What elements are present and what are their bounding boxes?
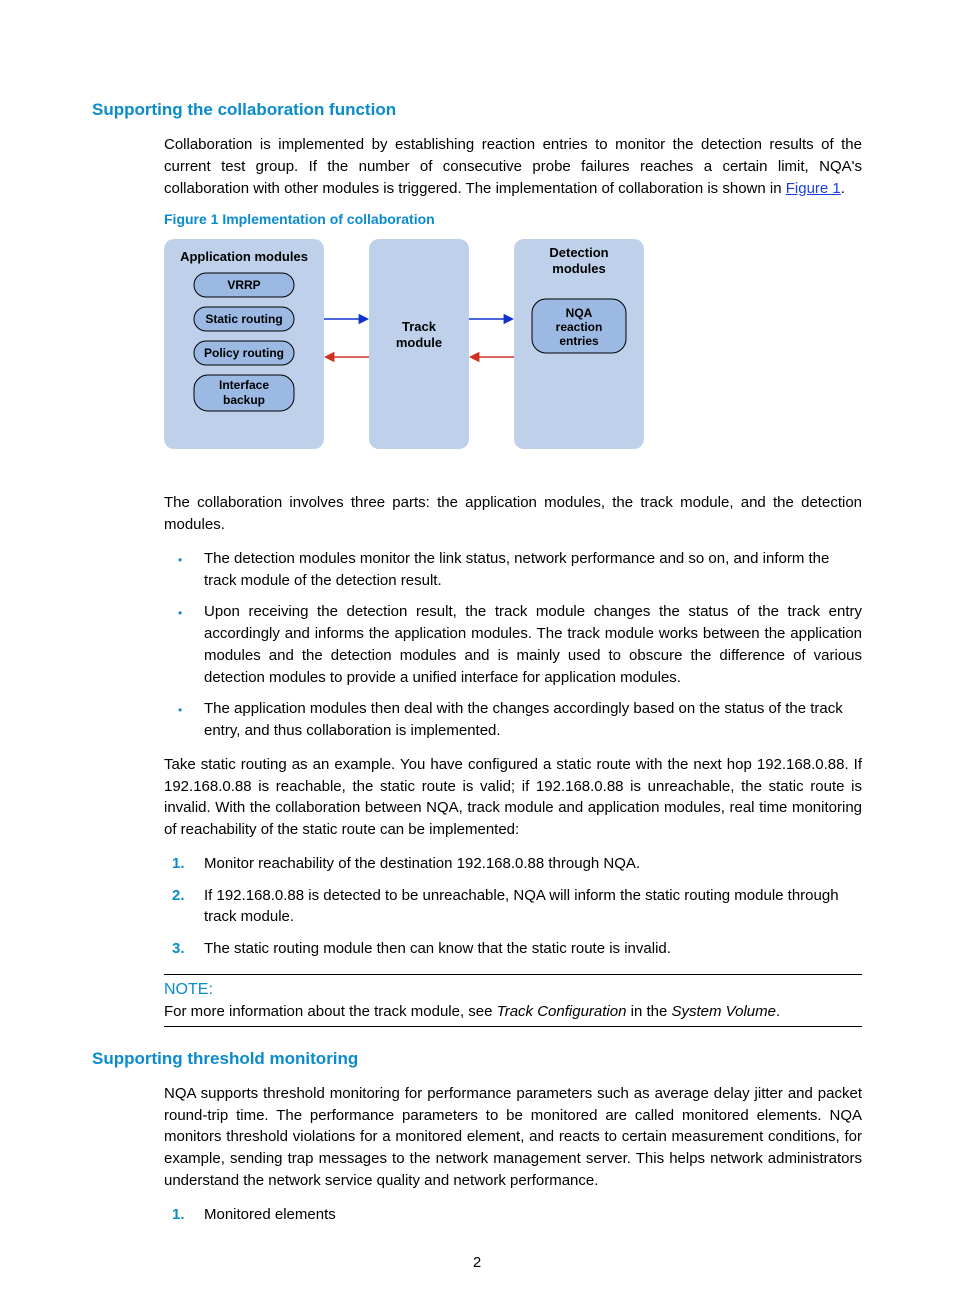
note-text-a: For more information about the track mod… [164, 1003, 497, 1020]
note-em-2: System Volume [671, 1003, 775, 1020]
fig-app-item-1: Static routing [205, 312, 282, 326]
note-em-1: Track Configuration [497, 1003, 627, 1020]
note-body: For more information about the track mod… [164, 1003, 862, 1020]
list-item: The detection modules monitor the link s… [164, 548, 862, 592]
list-item: Monitored elements [164, 1204, 862, 1226]
svg-text:module: module [396, 335, 442, 350]
svg-text:entries: entries [559, 334, 599, 348]
svg-text:Detection: Detection [549, 245, 608, 260]
list-item: Upon receiving the detection result, the… [164, 601, 862, 688]
steps-static-routing: Monitor reachability of the destination … [164, 853, 862, 960]
list-item: The application modules then deal with t… [164, 698, 862, 742]
svg-text:modules: modules [552, 261, 605, 276]
fig-app-item-2: Policy routing [204, 346, 284, 360]
list-item: The static routing module then can know … [164, 938, 862, 960]
svg-text:reaction: reaction [556, 320, 603, 334]
note-heading: NOTE: [164, 981, 862, 999]
para-collab-intro-tail: . [841, 180, 845, 197]
note-text-b: in the [626, 1003, 671, 1020]
bullet-list-collab: The detection modules monitor the link s… [164, 548, 862, 742]
para-collab-intro-text: Collaboration is implemented by establis… [164, 136, 862, 197]
heading-threshold: Supporting threshold monitoring [92, 1049, 862, 1069]
list-item: Monitor reachability of the destination … [164, 853, 862, 875]
svg-text:backup: backup [223, 393, 265, 407]
para-threshold-intro: NQA supports threshold monitoring for pe… [164, 1083, 862, 1192]
figure-1-caption: Figure 1 Implementation of collaboration [164, 211, 862, 227]
svg-text:NQA: NQA [566, 306, 593, 320]
figure-1-link[interactable]: Figure 1 [786, 180, 841, 197]
steps-threshold: Monitored elements [164, 1204, 862, 1226]
heading-collaboration: Supporting the collaboration function [92, 100, 862, 120]
note-box: NOTE: For more information about the tra… [164, 974, 862, 1027]
para-collab-intro: Collaboration is implemented by establis… [164, 134, 862, 199]
svg-text:Track: Track [402, 319, 437, 334]
fig-app-title: Application modules [180, 249, 308, 264]
para-static-routing-example: Take static routing as an example. You h… [164, 754, 862, 841]
svg-text:Interface: Interface [219, 378, 269, 392]
figure-1: Application modules VRRP Static routing … [164, 239, 862, 454]
page-number: 2 [0, 1254, 954, 1271]
note-text-c: . [776, 1003, 780, 1020]
para-three-parts: The collaboration involves three parts: … [164, 492, 862, 536]
fig-app-item-0: VRRP [227, 278, 260, 292]
list-item: If 192.168.0.88 is detected to be unreac… [164, 885, 862, 929]
